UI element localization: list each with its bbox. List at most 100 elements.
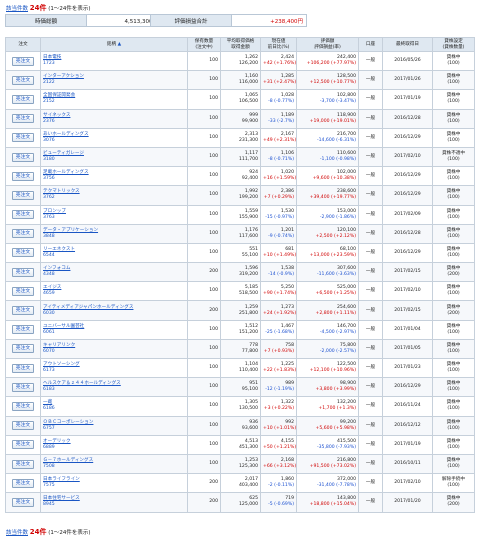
sell-order-button[interactable]: 売注文 [11,190,35,200]
order-cell: 売注文 [5,223,41,244]
profit-loss-label: 評価損益合計 [151,15,232,26]
lending-qty: (100) [447,368,460,374]
quantity: 100 [187,434,221,455]
sell-order-button[interactable]: 売注文 [11,459,35,469]
lending-qty: (100) [447,406,460,412]
price-cell: 1,322 +3 (+0.22%) [260,396,297,417]
price-cell: 1,106 -8 (-0.71%) [260,146,297,168]
eval-pl: +39,400 (+19.77%) [309,195,356,201]
eval-pl: +91,500 (+73.02%) [309,464,356,470]
sell-order-button[interactable]: 売注文 [11,421,35,431]
market-value-box: 時価総額 4,513,300円 [5,14,162,27]
sell-order-button[interactable]: 売注文 [11,267,35,277]
avg-price-cell: 936 93,600 [220,415,261,436]
price-cell: 1,189 -33 (-2.7%) [260,108,297,129]
price-cell: 2,167 +49 (+2.31%) [260,127,297,148]
table-row: 売注文 アウトソーシング 6173 100 1,104 110,400 1,225 +22 (… [5,357,475,379]
sell-order-button[interactable]: 売注文 [11,229,35,239]
stock-cell: リーエネクスト 6544 [40,242,188,264]
price-change: -12 (-1.19%) [265,387,294,393]
sell-order-button[interactable]: 売注文 [11,171,35,181]
stock-code: 6186 [43,406,55,412]
sell-order-button[interactable]: 売注文 [11,382,35,392]
price-change: +49 (+2.31%) [263,137,297,143]
stock-code: 3763 [43,214,55,220]
col-account: 口座 [358,37,383,52]
sell-order-button[interactable]: 売注文 [11,248,35,258]
lending-qty: (100) [447,195,460,201]
eval-cell: 525,000 +6,500 (+1.25%) [296,281,359,302]
sell-order-button[interactable]: 売注文 [11,75,35,85]
price-cell: 758 +7 (+0.93%) [260,338,297,360]
sell-order-button[interactable]: 売注文 [11,325,35,335]
quantity: 200 [187,300,221,321]
last-acquired-date: 2016/12/29 [382,185,433,206]
lending-qty: (100) [447,291,460,297]
lending-qty: (200) [447,502,460,508]
price-change: +16 (+1.59%) [263,176,297,182]
cost: 99,900 [241,118,258,124]
sell-order-button[interactable]: 売注文 [11,210,35,220]
lending-cell: 貸株中 (100) [432,204,475,225]
sell-order-button[interactable]: 売注文 [11,56,35,66]
sell-order-button[interactable]: 売注文 [11,133,35,143]
table-row: 売注文 データ・アプリケーション 3848 100 1,176 117,600 1,201-… [5,223,475,244]
order-cell: 売注文 [5,396,41,417]
table-row: 売注文 ブロンッブ 3763 100 1,559 155,900 1,530 -15 (-0.… [5,204,475,225]
sort-asc-icon[interactable]: ▲ [118,42,122,47]
stock-code: 2152 [43,99,55,105]
price-change: +90 (+1.74%) [263,291,297,297]
stock-code: 3848 [43,233,55,239]
order-cell: 売注文 [5,300,41,321]
stock-code: 3756 [43,176,55,182]
col-eval: 評価額 評価損益(率) [296,37,359,52]
eval-cell: 120,100 +2,500 (+2.12%) [296,223,359,244]
avg-price-cell: 1,305 130,500 [220,396,261,417]
price-change: -25 (-1.68%) [265,329,294,335]
last-acquired-date: 2016/12/28 [382,223,433,244]
sell-order-button[interactable]: 売注文 [11,306,35,316]
sell-order-button[interactable]: 売注文 [11,114,35,124]
quantity: 100 [187,146,221,168]
eval-pl: +3,800 (+3.99%) [315,387,357,393]
last-acquired-date: 2017/02/15 [382,300,433,321]
eval-cell: 110,600 -1,100 (-0.98%) [296,146,359,168]
result-count-label[interactable]: 該当件数 [6,6,28,12]
stock-code: 1723 [43,61,55,67]
sell-order-button[interactable]: 売注文 [11,401,35,411]
quantity: 100 [187,242,221,264]
lending-qty: (200) [447,272,460,278]
order-cell: 売注文 [5,377,41,398]
lending-cell: 貸株中 (200) [432,300,475,321]
sell-order-button[interactable]: 売注文 [11,497,35,507]
result-count-label[interactable]: 該当件数 [6,530,28,536]
eval-pl: +2,500 (+2.12%) [315,233,357,239]
stock-code: 6173 [43,368,55,374]
eval-cell: 75,800 -2,000 (-2.57%) [296,338,359,360]
sell-order-button[interactable]: 売注文 [11,363,35,373]
stock-cell: 全国保証開発会 2152 [40,89,188,110]
price-change: -9 (-0.74%) [268,233,294,239]
lending-cell: 貸株中 (100) [432,127,475,148]
order-cell: 売注文 [5,473,41,494]
table-row: 売注文 日本電技 1723 100 1,262 126,200 2,424 +42 (+1.7… [5,50,475,72]
sell-order-button[interactable]: 売注文 [11,478,35,488]
price-change: -14 (-0.9%) [268,272,294,278]
table-row: 売注文 ＯＢＣコーポレーション 6757 100 936 93,600 992 +10 (+1… [5,415,475,436]
cost: 110,400 [239,368,258,374]
sell-order-button[interactable]: 売注文 [11,152,35,162]
eval-pl: -14,600 (-6.31%) [316,137,356,143]
lending-qty: (100) [447,425,460,431]
col-name[interactable]: 銘柄 ▲ [40,37,188,52]
cost: 111,700 [239,157,258,163]
sell-order-button[interactable]: 売注文 [11,440,35,450]
lending-cell: 貸株中 (200) [432,262,475,283]
sell-order-button[interactable]: 売注文 [11,344,35,354]
sell-order-button[interactable]: 売注文 [11,286,35,296]
stock-cell: インフォコム 4348 [40,262,188,283]
sell-order-button[interactable]: 売注文 [11,94,35,104]
table-row: 売注文 日本住宅サービス 8945 200 625 125,000 719 -5 (-0.69… [5,492,475,513]
lending-cell: 貸株中 (200) [432,492,475,513]
eval-pl: -2,900 (-1.86%) [319,214,356,220]
last-acquired-date: 2016/12/29 [382,166,433,187]
